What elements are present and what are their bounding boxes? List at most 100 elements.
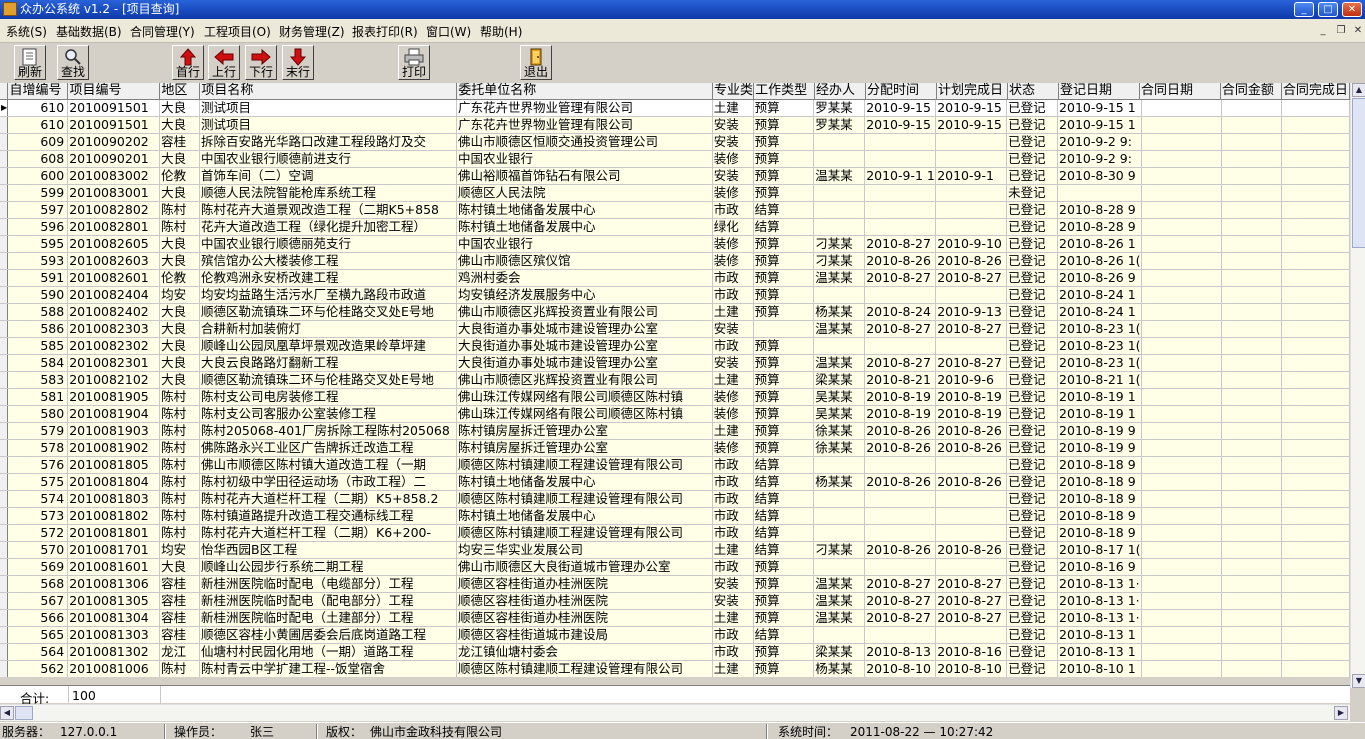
cell-work-type[interactable]: 预算: [753, 439, 815, 457]
row-indicator[interactable]: [0, 167, 9, 185]
cell-empty[interactable]: [1221, 371, 1283, 389]
cell-specialty[interactable]: 市政: [712, 456, 754, 474]
cell-work-type[interactable]: 预算: [753, 575, 815, 593]
menu-system[interactable]: 系统(S): [6, 25, 47, 39]
row-indicator[interactable]: [0, 337, 9, 355]
cell-empty[interactable]: [1281, 303, 1350, 321]
cell-empty[interactable]: [1141, 643, 1222, 661]
cell-work-type[interactable]: 结算: [753, 524, 815, 542]
cell-empty[interactable]: [1281, 660, 1350, 677]
row-indicator[interactable]: [0, 218, 9, 236]
cell-seq[interactable]: 595: [7, 235, 69, 253]
col-header-specialty[interactable]: 专业类: [712, 83, 755, 100]
cell-register-date[interactable]: 2010-8-19 9: [1057, 422, 1142, 440]
menu-finance[interactable]: 财务管理(Z): [279, 25, 345, 39]
cell-region[interactable]: 大良: [159, 354, 201, 372]
cell-handler[interactable]: [813, 456, 866, 474]
cell-seq[interactable]: 579: [7, 422, 69, 440]
cell-work-type[interactable]: 预算: [753, 286, 815, 304]
table-row[interactable]: 591 2010082601 伦教 伦教鸡洲永安桥改建工程 鸡洲村委会 市政 预算 温某某 20…: [0, 269, 1350, 287]
cell-client[interactable]: 佛山珠江传媒网络有限公司顺德区陈村镇: [456, 388, 713, 406]
cell-empty[interactable]: [1141, 558, 1222, 576]
cell-client[interactable]: 陈村镇房屋拆迁管理办公室: [456, 439, 713, 457]
cell-register-date[interactable]: 2010-8-16 9: [1057, 558, 1142, 576]
cell-register-date[interactable]: 2010-8-24 1: [1057, 303, 1142, 321]
cell-seq[interactable]: 590: [7, 286, 69, 304]
cell-empty[interactable]: [1141, 337, 1222, 355]
cell-seq[interactable]: 572: [7, 524, 69, 542]
cell-work-type[interactable]: 预算: [753, 558, 815, 576]
cell-specialty[interactable]: 市政: [712, 201, 754, 219]
cell-handler[interactable]: 刁某某: [813, 235, 866, 253]
cell-specialty[interactable]: 安装: [712, 320, 754, 338]
cell-empty[interactable]: [1221, 337, 1283, 355]
cell-status[interactable]: 已登记: [1006, 490, 1059, 508]
cell-assign-date[interactable]: [864, 558, 937, 576]
cell-seq[interactable]: 610: [7, 99, 69, 117]
cell-empty[interactable]: [1221, 609, 1283, 627]
cell-work-type[interactable]: 预算: [753, 405, 815, 423]
cell-specialty[interactable]: 安装: [712, 116, 754, 134]
cell-region[interactable]: 陈村: [159, 660, 201, 677]
close-button[interactable]: ✕: [1342, 2, 1362, 17]
cell-empty[interactable]: [1141, 184, 1222, 202]
cell-register-date[interactable]: 2010-8-10 1: [1057, 660, 1142, 677]
cell-project-name[interactable]: 顺峰山公园凤凰草坪景观改造果岭草坪建: [199, 337, 457, 355]
row-indicator[interactable]: [0, 592, 9, 610]
cell-empty[interactable]: [1281, 337, 1350, 355]
cell-register-date[interactable]: 2010-8-21 1(: [1057, 371, 1142, 389]
cell-handler[interactable]: 温某某: [813, 575, 866, 593]
cell-assign-date[interactable]: [864, 201, 937, 219]
cell-specialty[interactable]: 装修: [712, 405, 754, 423]
cell-empty[interactable]: [1141, 354, 1222, 372]
cell-project-no[interactable]: 2010081801: [67, 524, 161, 542]
cell-plan-finish[interactable]: 2010-8-26: [935, 439, 1008, 457]
cell-work-type[interactable]: 预算: [753, 133, 815, 151]
cell-project-name[interactable]: 陈村花卉大道栏杆工程（二期）K5+858.2: [199, 490, 457, 508]
row-indicator[interactable]: [0, 439, 9, 457]
cell-project-no[interactable]: 2010090201: [67, 150, 161, 168]
cell-region[interactable]: 陈村: [159, 507, 201, 525]
cell-empty[interactable]: [1141, 252, 1222, 270]
cell-specialty[interactable]: 装修: [712, 388, 754, 406]
cell-handler[interactable]: [813, 218, 866, 236]
row-indicator[interactable]: [0, 133, 9, 151]
cell-empty[interactable]: [1141, 201, 1222, 219]
table-row[interactable]: 610 2010091501 大良 测试项目 广东花卉世界物业管理有限公司 安装 预算 罗某某…: [0, 116, 1350, 134]
cell-region[interactable]: 容桂: [159, 609, 201, 627]
cell-project-name[interactable]: 陈村支公司电房装修工程: [199, 388, 457, 406]
cell-seq[interactable]: 569: [7, 558, 69, 576]
cell-handler[interactable]: 温某某: [813, 354, 866, 372]
horizontal-scroll-thumb[interactable]: [15, 706, 33, 720]
cell-empty[interactable]: [1281, 456, 1350, 474]
cell-project-name[interactable]: 测试项目: [199, 99, 457, 117]
cell-assign-date[interactable]: [864, 524, 937, 542]
menu-basic-data[interactable]: 基础数据(B): [56, 25, 122, 39]
cell-project-name[interactable]: 合耕新村加装俯灯: [199, 320, 457, 338]
cell-empty[interactable]: [1281, 592, 1350, 610]
cell-assign-date[interactable]: 2010-8-26: [864, 541, 937, 559]
cell-client[interactable]: 顺德区容桂街道办桂洲医院: [456, 575, 713, 593]
cell-empty[interactable]: [1281, 371, 1350, 389]
cell-empty[interactable]: [1221, 388, 1283, 406]
cell-empty[interactable]: [1281, 507, 1350, 525]
cell-region[interactable]: 龙江: [159, 643, 201, 661]
row-indicator[interactable]: [0, 405, 9, 423]
cell-project-no[interactable]: 2010081905: [67, 388, 161, 406]
table-row[interactable]: 583 2010082102 大良 顺德区勒流镇珠二环与伦桂路交叉处E号地 佛山市顺德区…: [0, 371, 1350, 389]
cell-assign-date[interactable]: 2010-8-27: [864, 575, 937, 593]
cell-empty[interactable]: [1221, 133, 1283, 151]
cell-empty[interactable]: [1221, 626, 1283, 644]
cell-specialty[interactable]: 土建: [712, 303, 754, 321]
cell-assign-date[interactable]: 2010-8-13: [864, 643, 937, 661]
col-header-client[interactable]: 委托单位名称: [456, 83, 714, 100]
cell-project-no[interactable]: 2010082301: [67, 354, 161, 372]
cell-empty[interactable]: [1221, 541, 1283, 559]
cell-status[interactable]: 已登记: [1006, 473, 1059, 491]
cell-register-date[interactable]: 2010-8-13 1·: [1057, 575, 1142, 593]
cell-client[interactable]: 均安三华实业发展公司: [456, 541, 713, 559]
cell-specialty[interactable]: 安装: [712, 575, 754, 593]
cell-seq[interactable]: 593: [7, 252, 69, 270]
cell-client[interactable]: 佛山市顺德区恒顺交通投资管理公司: [456, 133, 713, 151]
cell-work-type[interactable]: 预算: [753, 371, 815, 389]
